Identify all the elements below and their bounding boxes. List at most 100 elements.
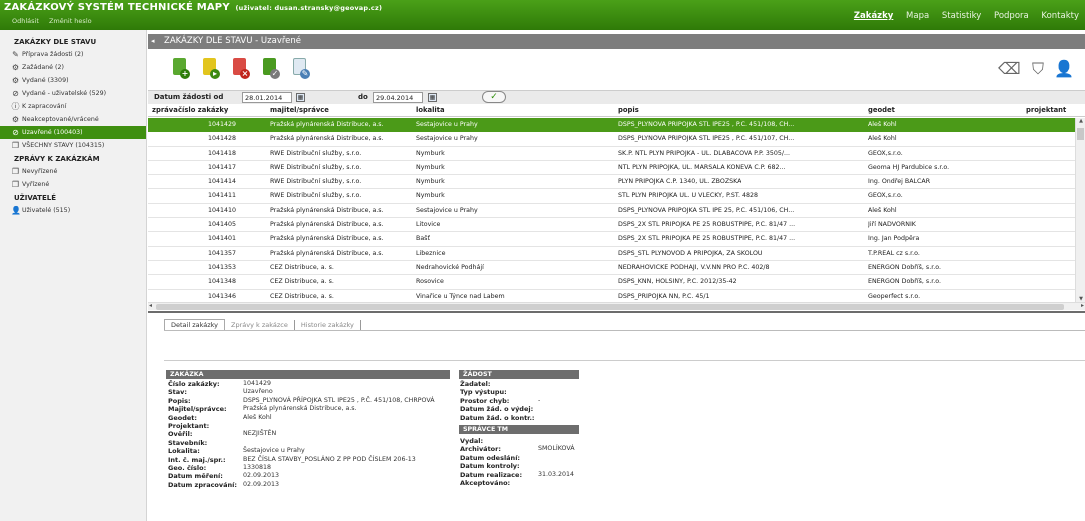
- table-row[interactable]: 1041346 ČEZ Distribuce, a. s. Vinařice u T…: [148, 290, 1075, 302]
- table-row[interactable]: 1041429 Pražská plynárenská Distribuce, a…: [148, 118, 1075, 133]
- calendar-icon[interactable]: ▦: [296, 93, 305, 102]
- sidebar-item-label: VŠECHNY STAVY (104315): [22, 142, 105, 149]
- accept-order-button[interactable]: ✓: [260, 57, 280, 79]
- table-cell: Šestajovice u Prahy: [416, 135, 478, 143]
- table-cell: Litovice: [416, 221, 441, 229]
- delete-order-button[interactable]: ×: [230, 57, 250, 79]
- detail-value: Aleš Kohl: [243, 413, 272, 421]
- table-row[interactable]: 1041348 ČEZ Distribuce, a. s. Rosovice DSPS…: [148, 275, 1075, 290]
- date-to-input[interactable]: 29.04.2014: [373, 92, 423, 103]
- table-row[interactable]: 1041405 Pražská plynárenská Distribuce, a…: [148, 218, 1075, 233]
- edit-icon: ✎: [12, 50, 19, 59]
- nav-kontakty[interactable]: Kontakty: [1041, 11, 1079, 21]
- copy-icon: ❐: [11, 180, 20, 189]
- sidebar-item-msg-0[interactable]: ❐ Nevyřízené: [0, 165, 146, 178]
- gear-icon: ⚙: [11, 63, 20, 72]
- table-header: zpráva číslo zakázky majitel/správce lok…: [148, 104, 1085, 117]
- check-icon: ✓: [270, 69, 280, 79]
- panel-splitter[interactable]: [148, 311, 1085, 313]
- table-cell: DSPS_2X STL PŘÍPOJKA PE 25 ROBUSTPIPE, P…: [618, 235, 796, 243]
- col-projektant[interactable]: projektant: [1026, 106, 1066, 114]
- scroll-thumb[interactable]: [1077, 128, 1084, 140]
- sidebar-item-status-2[interactable]: ⚙ Vydané (3309): [0, 74, 146, 87]
- table-row[interactable]: 1041401 Pražská plynárenská Distribuce, a…: [148, 232, 1075, 247]
- table-row[interactable]: 1041418 RWE Distribuční služby, s.r.o. Nym…: [148, 147, 1075, 161]
- nav-podpora[interactable]: Podpora: [994, 11, 1029, 21]
- col-geodet[interactable]: geodet: [868, 106, 895, 114]
- sidebar-item-status-0[interactable]: ✎ Příprava žádosti (2): [0, 48, 146, 61]
- vertical-scrollbar[interactable]: ▲ ▼: [1075, 118, 1085, 302]
- col-zprava[interactable]: zpráva: [152, 106, 178, 114]
- prohibited-icon: ⊘: [12, 128, 19, 137]
- table-row[interactable]: 1041411 RWE Distribuční služby, s.r.o. Nym…: [148, 189, 1075, 204]
- date-from-input[interactable]: 28.01.2014: [242, 92, 292, 103]
- detail-value: Šestajovice u Prahy: [243, 447, 305, 455]
- sidebar-item-users-0[interactable]: 👤 Uživatelé (515): [0, 204, 146, 217]
- scroll-up-icon[interactable]: ▲: [1077, 118, 1085, 124]
- eraser-icon[interactable]: ⌫: [998, 58, 1021, 80]
- logout-link[interactable]: Odhlásit: [12, 17, 39, 25]
- table-row[interactable]: 1041357 Pražská plynárenská Distribuce, a…: [148, 247, 1075, 261]
- table-row[interactable]: 1041428 Pražská plynárenská Distribuce, a…: [148, 132, 1075, 147]
- table-cell: 1041410: [208, 206, 237, 214]
- scroll-right-icon[interactable]: ▸: [1081, 302, 1084, 309]
- table-cell: NEDRAHOVICKÉ PODHÁJÍ, V.V.NN PRO P.Č. 40…: [618, 263, 770, 271]
- pen-icon: ✎: [300, 69, 310, 79]
- nav-zakazky[interactable]: Zakázky: [854, 11, 893, 21]
- horizontal-scrollbar[interactable]: ◂ ▸: [148, 302, 1085, 310]
- table-cell: 1041418: [208, 149, 237, 157]
- main-nav: Zakázky Mapa Statistiky Podpora Kontakty: [844, 11, 1079, 21]
- sidebar-item-status-6[interactable]: ⊘ Uzavřené (100403): [0, 126, 146, 139]
- table-row[interactable]: 1041410 Pražská plynárenská Distribuce, a…: [148, 204, 1075, 219]
- apply-filter-button[interactable]: ✓: [482, 91, 506, 103]
- calendar-icon[interactable]: ▦: [428, 93, 437, 102]
- new-order-button[interactable]: +: [170, 57, 190, 79]
- table-row[interactable]: 1041353 ČEZ Distribuce, a. s. Nedrahovické…: [148, 261, 1075, 276]
- sidebar-item-label: Vydané (3309): [22, 77, 69, 84]
- col-cislo-zakazky[interactable]: číslo zakázky: [178, 106, 228, 114]
- sidebar-item-status-7[interactable]: ❐ VŠECHNY STAVY (104315): [0, 139, 146, 152]
- detail-label: Projektant:: [168, 422, 210, 430]
- change-password-link[interactable]: Změnit heslo: [49, 17, 92, 25]
- table-row[interactable]: 1041417 RWE Distribuční služby, s.r.o. Nym…: [148, 161, 1075, 176]
- col-lokalita[interactable]: lokalita: [416, 106, 445, 114]
- detail-label: Datum měření:: [168, 472, 223, 481]
- sidebar-heading-orders: ZAKÁZKY DLE STAVU: [14, 38, 97, 46]
- table-cell: GEOX,s.r.o.: [868, 149, 903, 157]
- nav-mapa[interactable]: Mapa: [906, 11, 929, 21]
- table-cell: RWE Distribuční služby, s.r.o.: [270, 149, 362, 157]
- scroll-left-icon[interactable]: ◂: [149, 302, 152, 309]
- detail-label: Ověřil:: [168, 430, 193, 439]
- table-cell: Libeznice: [416, 249, 446, 257]
- col-popis[interactable]: popis: [618, 106, 639, 114]
- detail-label: Datum realizace:: [460, 470, 523, 479]
- table-cell: ENERGON Dobříš, s.r.o.: [868, 278, 941, 286]
- sidebar-item-status-5[interactable]: ⚙ Neakceptované/vrácené: [0, 113, 146, 126]
- detail-label: Datum kontroly:: [460, 462, 520, 471]
- table-row[interactable]: 1041414 RWE Distribuční služby, s.r.o. Nym…: [148, 175, 1075, 190]
- filter-icon[interactable]: ⛉: [1028, 58, 1048, 80]
- detail-label: Stavebník:: [168, 438, 208, 447]
- scroll-thumb[interactable]: [156, 304, 1064, 310]
- table-cell: Rosovice: [416, 278, 444, 286]
- table-cell: Pražská plynárenská Distribuce, a.s.: [270, 221, 384, 229]
- detail-label: Geodet:: [168, 413, 197, 422]
- tab-underline: [164, 330, 1085, 331]
- sidebar-item-status-4[interactable]: ⓘ K zapracování: [0, 100, 146, 113]
- detail-value: BEZ ČÍSLA STAVBY_POSLÁNO Z PP POD ČÍSLEM…: [243, 455, 416, 463]
- sign-order-button[interactable]: ✎: [290, 57, 310, 79]
- detail-label: Geo. číslo:: [168, 464, 207, 472]
- user-icon: 👤: [11, 206, 21, 215]
- sidebar-item-msg-1[interactable]: ❐ Vyřízené: [0, 178, 146, 191]
- edit-order-button[interactable]: ▸: [200, 57, 220, 79]
- user-settings-icon[interactable]: 👤: [1054, 58, 1074, 80]
- collapse-sidebar-icon[interactable]: ◂: [151, 34, 155, 49]
- col-majitel[interactable]: majitel/správce: [270, 106, 329, 114]
- sidebar-item-status-1[interactable]: ⚙ Zažádané (2): [0, 61, 146, 74]
- table-cell: Pražská plynárenská Distribuce, a.s.: [270, 135, 384, 143]
- sidebar-item-label: Vydané - uživatelské (529): [22, 90, 107, 97]
- nav-statistiky[interactable]: Statistiky: [942, 11, 981, 21]
- detail-label: Datum žád. o kontr.:: [460, 413, 535, 422]
- sidebar-item-status-3[interactable]: ⊘ Vydané - uživatelské (529): [0, 87, 146, 100]
- sidebar-item-label: Vyřízené: [22, 181, 50, 188]
